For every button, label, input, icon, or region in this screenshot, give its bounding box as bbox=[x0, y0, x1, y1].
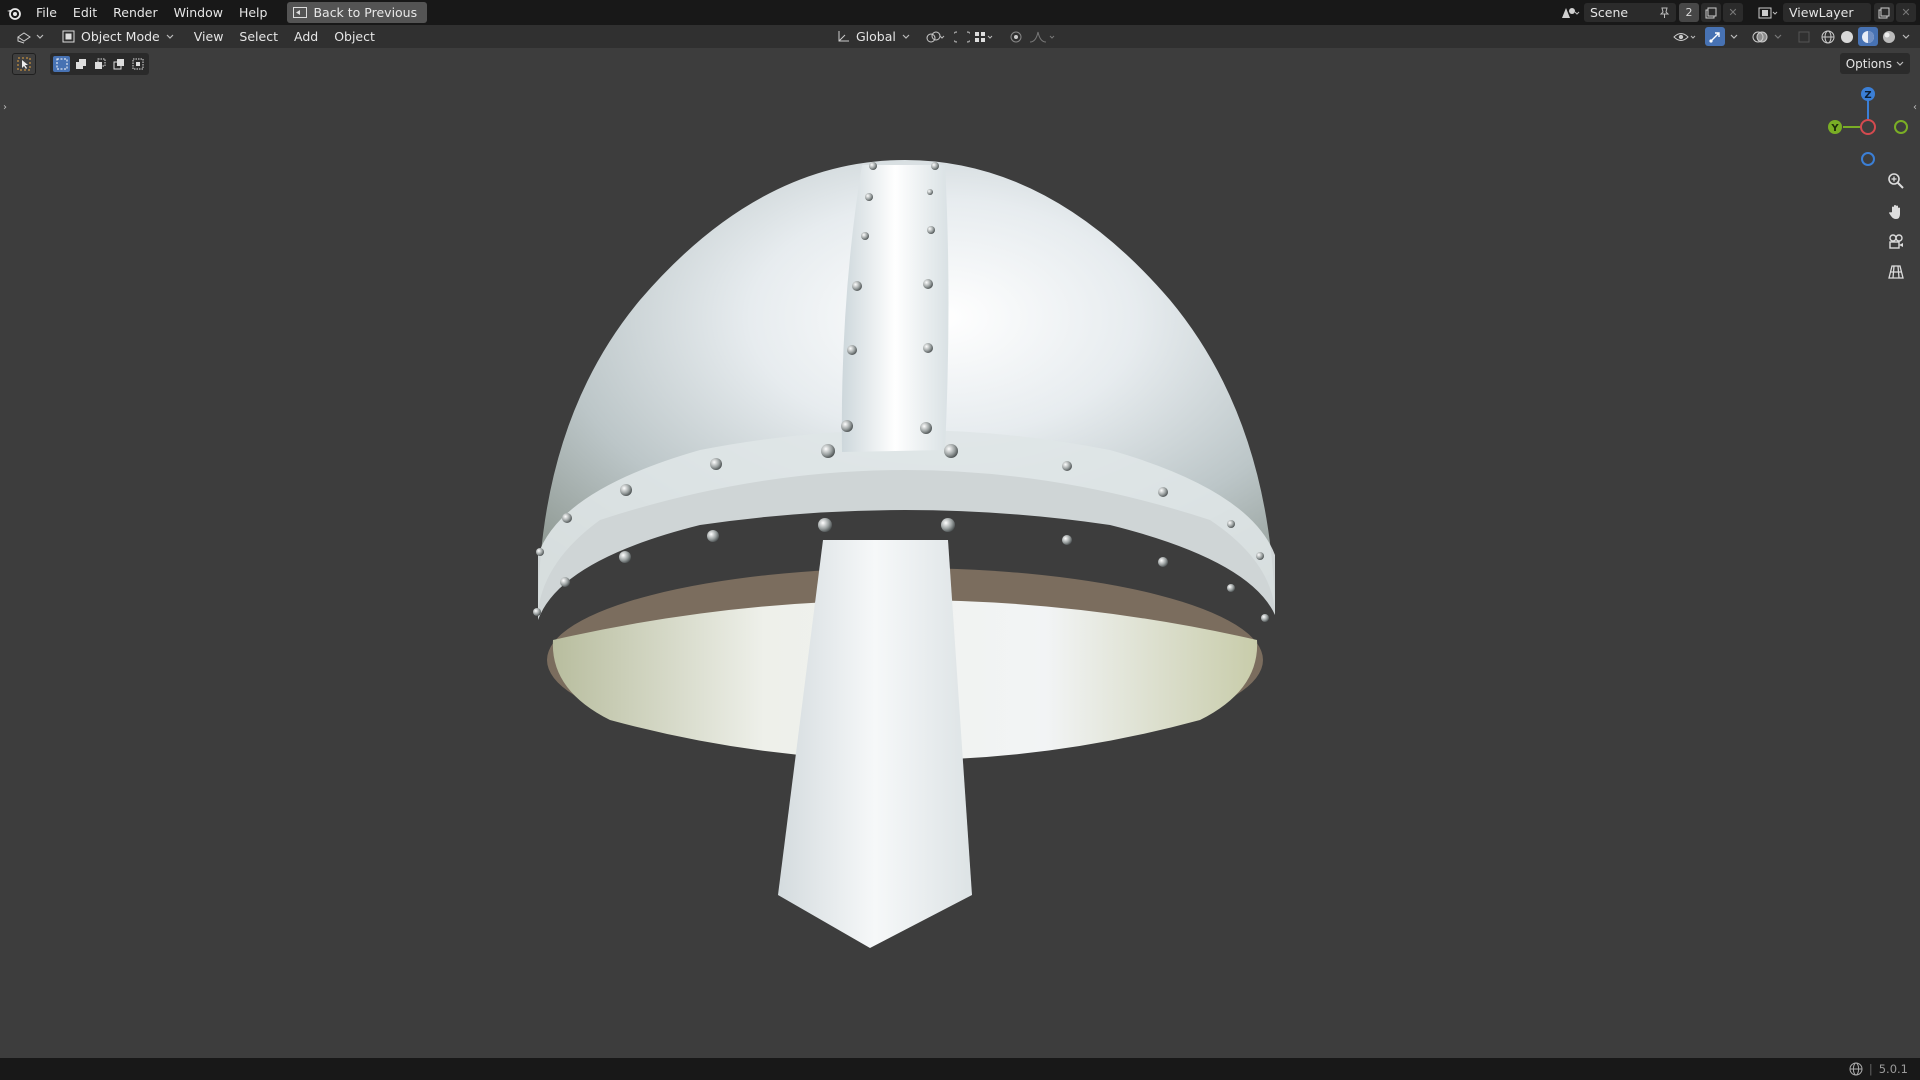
transform-orientation-label[interactable]: Global bbox=[854, 29, 898, 44]
select-new-icon bbox=[56, 58, 67, 70]
navigation-gizmo[interactable]: Z Y bbox=[1816, 84, 1916, 174]
back-screen-icon bbox=[293, 7, 308, 18]
scene-name: Scene bbox=[1590, 5, 1629, 20]
scene-selector-icon[interactable] bbox=[1556, 6, 1584, 20]
editor-type-icon bbox=[16, 30, 34, 44]
select-invert-button[interactable] bbox=[110, 56, 127, 72]
chevron-down-icon bbox=[1896, 61, 1904, 67]
pan-hand-icon bbox=[1889, 205, 1900, 219]
scene-users-count[interactable]: 2 bbox=[1679, 3, 1699, 22]
options-label: Options bbox=[1845, 56, 1892, 71]
menu-window[interactable]: Window bbox=[166, 0, 231, 25]
orthographic-grid-icon bbox=[1888, 265, 1904, 279]
snap-target-icon[interactable] bbox=[974, 30, 996, 44]
select-extend-icon bbox=[75, 59, 86, 69]
select-intersect-icon bbox=[132, 58, 143, 70]
neg-y-axis-handle[interactable] bbox=[1894, 120, 1908, 134]
wireframe-shading-icon[interactable] bbox=[1820, 29, 1836, 45]
blender-logo-icon[interactable] bbox=[0, 0, 28, 25]
status-separator: | bbox=[1868, 1062, 1873, 1076]
overlay-icon[interactable] bbox=[1751, 30, 1769, 44]
rendered-shading-icon[interactable] bbox=[1881, 29, 1897, 45]
select-tool-button[interactable] bbox=[12, 53, 36, 75]
helmet-model[interactable] bbox=[0, 48, 1920, 1058]
object-mode-icon bbox=[62, 30, 75, 43]
falloff-icon[interactable] bbox=[1028, 30, 1058, 44]
transform-orientation-icon bbox=[836, 30, 850, 44]
transform-controls: Global bbox=[836, 27, 1058, 46]
viewport-display-controls bbox=[1672, 27, 1912, 46]
select-subtract-button[interactable] bbox=[91, 56, 108, 72]
top-bar: File Edit Render Window Help Back to Pre… bbox=[0, 0, 1920, 25]
options-dropdown[interactable]: Options bbox=[1839, 53, 1910, 74]
select-intersect-button[interactable] bbox=[129, 56, 146, 72]
chevron-down-icon bbox=[36, 34, 44, 40]
menu-view[interactable]: View bbox=[188, 27, 230, 46]
object-mode-label: Object Mode bbox=[81, 29, 160, 44]
select-cursor-icon bbox=[17, 57, 31, 71]
selection-mode-group bbox=[50, 53, 149, 75]
viewport-header: Object Mode View Select Add Object Globa… bbox=[0, 25, 1920, 48]
solid-shading-icon[interactable] bbox=[1839, 29, 1855, 45]
top-right-controls: Scene 2 ✕ ViewLayer ✕ bbox=[1556, 0, 1920, 25]
select-subtract-icon bbox=[94, 58, 105, 69]
view-layer-name: ViewLayer bbox=[1789, 5, 1854, 20]
scene-name-field[interactable]: Scene bbox=[1584, 3, 1676, 22]
orthographic-toggle-button[interactable] bbox=[1881, 259, 1911, 285]
menu-file[interactable]: File bbox=[28, 0, 65, 25]
chevron-down-icon[interactable] bbox=[1772, 34, 1784, 40]
delete-view-layer-icon[interactable]: ✕ bbox=[1896, 3, 1916, 22]
chevron-down-icon[interactable] bbox=[1900, 34, 1912, 40]
menu-edit[interactable]: Edit bbox=[65, 0, 105, 25]
menu-object[interactable]: Object bbox=[328, 27, 381, 46]
object-mode-dropdown[interactable]: Object Mode bbox=[56, 27, 180, 46]
back-to-previous-label: Back to Previous bbox=[313, 5, 418, 20]
menu-render[interactable]: Render bbox=[105, 0, 166, 25]
toolbar-expand-arrow-icon[interactable]: › bbox=[0, 100, 10, 114]
menu-select[interactable]: Select bbox=[233, 27, 284, 46]
camera-view-icon bbox=[1889, 234, 1903, 249]
visibility-icon[interactable] bbox=[1672, 30, 1698, 44]
select-new-button[interactable] bbox=[53, 56, 70, 72]
xray-icon[interactable] bbox=[1797, 30, 1811, 44]
snap-icon[interactable] bbox=[953, 30, 970, 44]
zoom-icon bbox=[1888, 173, 1904, 189]
z-axis-label: Z bbox=[1864, 90, 1871, 101]
menu-add[interactable]: Add bbox=[288, 27, 324, 46]
menu-help[interactable]: Help bbox=[231, 0, 276, 25]
select-invert-icon bbox=[113, 59, 124, 70]
pan-button[interactable] bbox=[1881, 199, 1911, 225]
select-extend-button[interactable] bbox=[72, 56, 89, 72]
neg-z-axis-handle[interactable] bbox=[1861, 152, 1875, 166]
chevron-down-icon bbox=[166, 34, 174, 40]
pin-icon[interactable] bbox=[1659, 7, 1670, 18]
new-scene-button[interactable] bbox=[1701, 3, 1721, 22]
delete-scene-icon[interactable]: ✕ bbox=[1723, 3, 1743, 22]
chevron-down-icon[interactable] bbox=[902, 34, 910, 40]
proportional-edit-icon[interactable] bbox=[1008, 30, 1024, 44]
tool-settings-row bbox=[12, 52, 149, 76]
zoom-button[interactable] bbox=[1881, 168, 1911, 194]
new-view-layer-button[interactable] bbox=[1874, 3, 1894, 22]
y-axis-label: Y bbox=[1830, 123, 1839, 134]
x-axis-handle[interactable] bbox=[1860, 119, 1876, 135]
material-shading-icon[interactable] bbox=[1858, 27, 1878, 46]
pivot-icon[interactable] bbox=[926, 30, 946, 44]
editor-type-button[interactable] bbox=[10, 27, 50, 46]
camera-view-button[interactable] bbox=[1881, 229, 1911, 255]
status-bar: | 5.0.1 bbox=[0, 1058, 1920, 1080]
gizmo-icon[interactable] bbox=[1705, 27, 1725, 46]
network-icon[interactable] bbox=[1849, 1062, 1863, 1076]
back-to-previous-button[interactable]: Back to Previous bbox=[287, 2, 428, 23]
view-layer-selector-icon[interactable] bbox=[1755, 6, 1783, 20]
chevron-down-icon[interactable] bbox=[1728, 34, 1740, 40]
view-layer-name-field[interactable]: ViewLayer bbox=[1783, 3, 1871, 22]
version-label: 5.0.1 bbox=[1878, 1062, 1908, 1076]
